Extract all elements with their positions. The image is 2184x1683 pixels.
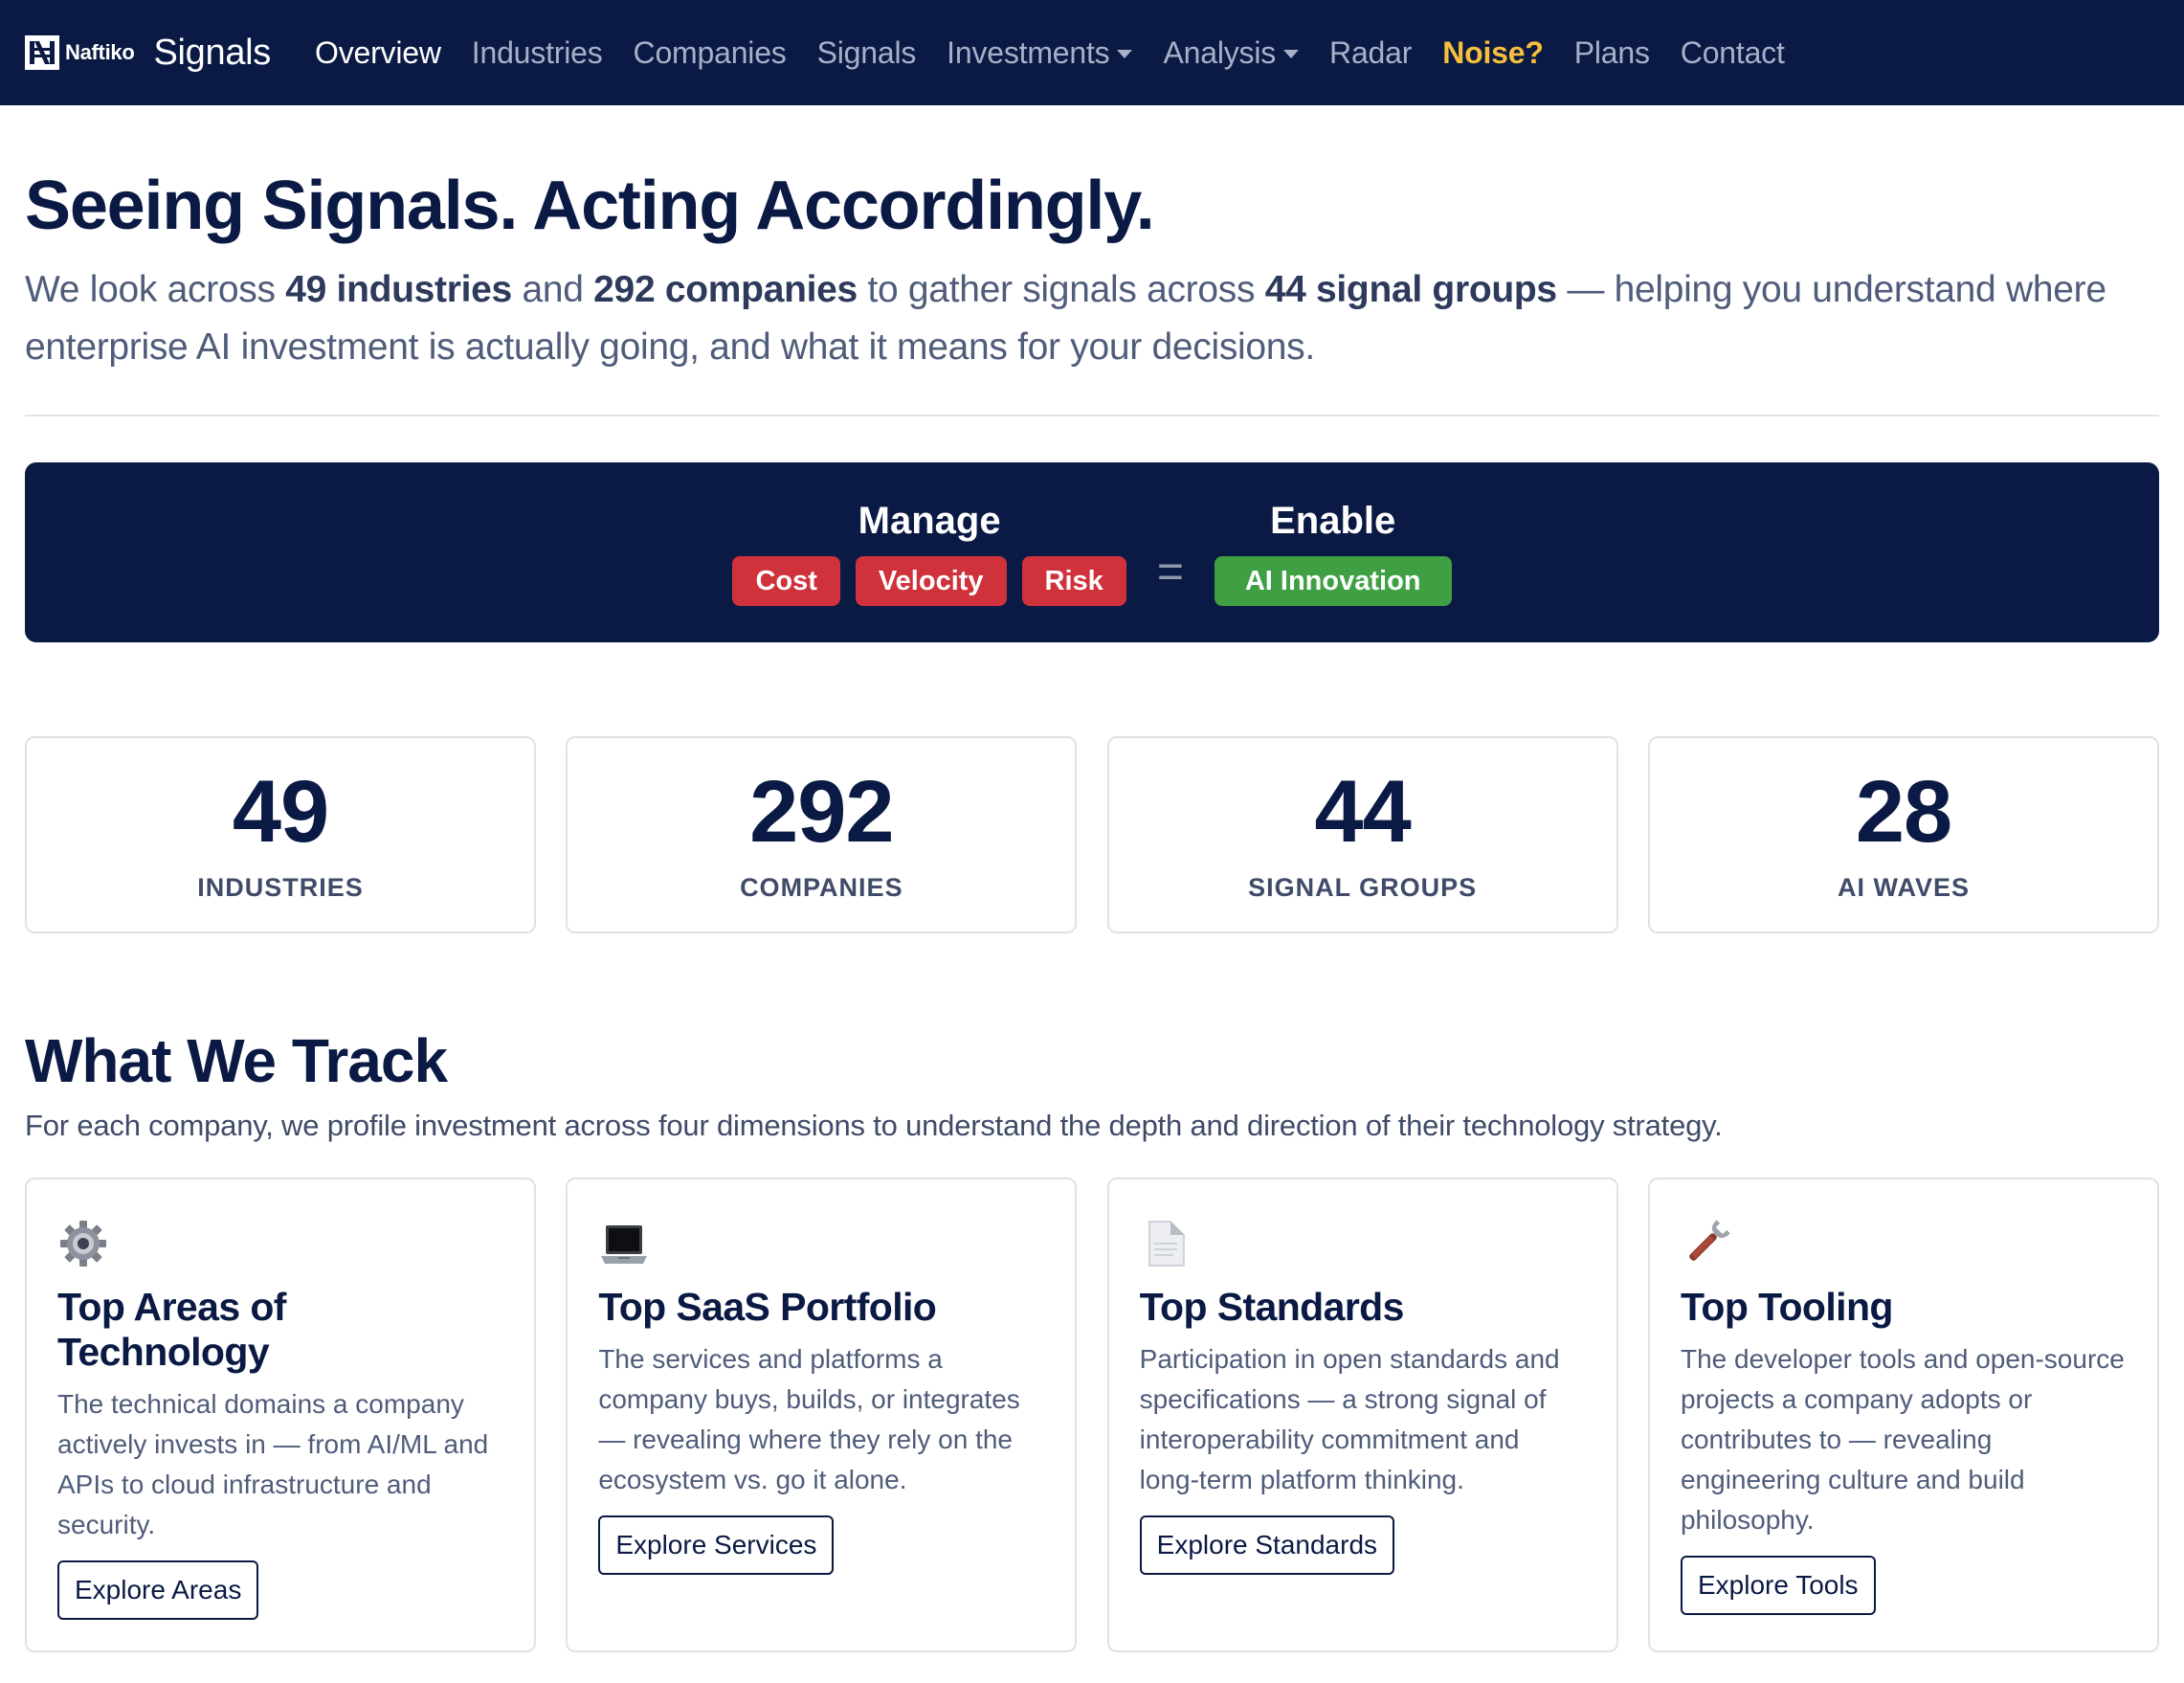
brand-link[interactable]: Naftiko Signals (25, 33, 271, 74)
enable-heading: Enable (1270, 499, 1396, 542)
stat-value: 292 (749, 762, 894, 861)
chevron-down-icon (1283, 49, 1300, 58)
manage-group: Manage Cost Velocity Risk (724, 500, 1133, 606)
risk-badge: Risk (1021, 555, 1126, 606)
hero-lead-text: and (511, 269, 594, 311)
nav-links: Overview Industries Companies Signals In… (315, 35, 1816, 71)
manage-badges: Cost Velocity Risk (724, 555, 1133, 606)
document-icon (1140, 1218, 1192, 1269)
equals-sign: = (1156, 546, 1184, 597)
card-saas: Top SaaS Portfolio The services and plat… (566, 1177, 1078, 1652)
hero-lead: We look across 49 industries and 292 com… (25, 261, 2159, 376)
section-lead: For each company, we profile investment … (25, 1108, 1723, 1142)
stat-value: 28 (1855, 762, 1952, 861)
card-title: Top Areas of Technology (57, 1284, 286, 1374)
nav-overview[interactable]: Overview (315, 35, 441, 71)
stat-card-signal-groups: 44 SIGNAL GROUPS (1106, 736, 1618, 934)
laptop-icon (598, 1218, 650, 1269)
card-text: Participation in open standards and spec… (1139, 1343, 1560, 1494)
card-text: The technical domains a company actively… (57, 1388, 489, 1539)
nav-signals[interactable]: Signals (817, 35, 917, 71)
enable-badges: AI Innovation (1207, 555, 1460, 606)
velocity-badge: Velocity (855, 555, 1007, 606)
page-title: Seeing Signals. Acting Accordingly. (25, 168, 1155, 244)
hero-lead-signal-groups: 44 signal groups (1264, 269, 1557, 311)
nav-investments-label: Investments (947, 34, 1110, 70)
stat-value: 44 (1314, 762, 1411, 861)
nav-plans[interactable]: Plans (1574, 35, 1650, 71)
nav-companies[interactable]: Companies (634, 35, 787, 71)
hero-lead-industries: 49 industries (285, 269, 512, 311)
hero-lead-text: to gather signals across (857, 269, 1265, 311)
manage-heading: Manage (858, 499, 1001, 542)
explore-tools-button[interactable]: Explore Tools (1680, 1555, 1876, 1615)
nav-analysis-label: Analysis (1163, 34, 1277, 70)
card-title: Top SaaS Portfolio (598, 1284, 937, 1329)
ai-innovation-badge: AI Innovation (1214, 555, 1452, 606)
card-tooling: Top Tooling The developer tools and open… (1647, 1177, 2159, 1652)
card-areas: Top Areas of Technology The technical do… (25, 1177, 536, 1652)
wrench-icon (1681, 1218, 1732, 1269)
track-cards: Top Areas of Technology The technical do… (25, 1177, 2159, 1652)
hero-lead-companies: 292 companies (593, 269, 858, 311)
stat-card-ai-waves: 28 AI WAVES (1647, 736, 2159, 934)
stat-card-companies: 292 COMPANIES (566, 736, 1078, 934)
equation-banner: Manage Cost Velocity Risk = Enable AI In… (25, 462, 2159, 643)
cost-badge: Cost (732, 555, 840, 606)
nav-analysis-dropdown[interactable]: Analysis (1163, 34, 1300, 71)
naftiko-logo: Naftiko (25, 34, 135, 71)
section-title: What We Track (25, 1026, 448, 1096)
stats-row: 49 INDUSTRIES 292 COMPANIES 44 SIGNAL GR… (25, 736, 2159, 934)
chevron-down-icon (1117, 49, 1133, 58)
divider (25, 415, 2159, 417)
naftiko-logo-icon (25, 35, 59, 70)
stat-value: 49 (232, 762, 329, 861)
nav-radar[interactable]: Radar (1329, 35, 1412, 71)
stat-label: AI WAVES (1837, 872, 1970, 902)
stat-label: SIGNAL GROUPS (1248, 872, 1478, 902)
explore-standards-button[interactable]: Explore Standards (1139, 1515, 1395, 1575)
card-text: The developer tools and open-source proj… (1680, 1343, 2125, 1535)
brand-name: Signals (153, 32, 272, 73)
stat-label: COMPANIES (740, 872, 903, 902)
top-navbar: Naftiko Signals Overview Industries Comp… (0, 0, 2184, 105)
explore-services-button[interactable]: Explore Services (598, 1515, 835, 1575)
gear-icon (57, 1218, 109, 1269)
explore-areas-button[interactable]: Explore Areas (57, 1560, 259, 1620)
main-content: Seeing Signals. Acting Accordingly. We l… (0, 168, 2184, 1652)
nav-noise[interactable]: Noise? (1442, 35, 1544, 71)
hero-lead-text: We look across (25, 269, 286, 311)
card-title: Top Tooling (1680, 1284, 1893, 1329)
card-text: The services and platforms a company buy… (598, 1343, 1020, 1494)
enable-group: Enable AI Innovation (1207, 500, 1460, 606)
stat-label: INDUSTRIES (197, 872, 364, 902)
logo-wordmark: Naftiko (65, 40, 135, 64)
nav-industries[interactable]: Industries (472, 35, 603, 71)
nav-contact[interactable]: Contact (1681, 35, 1785, 71)
card-standards: Top Standards Participation in open stan… (1106, 1177, 1618, 1652)
nav-investments-dropdown[interactable]: Investments (947, 34, 1133, 71)
card-title: Top Standards (1139, 1284, 1405, 1329)
stat-card-industries: 49 INDUSTRIES (25, 736, 536, 934)
